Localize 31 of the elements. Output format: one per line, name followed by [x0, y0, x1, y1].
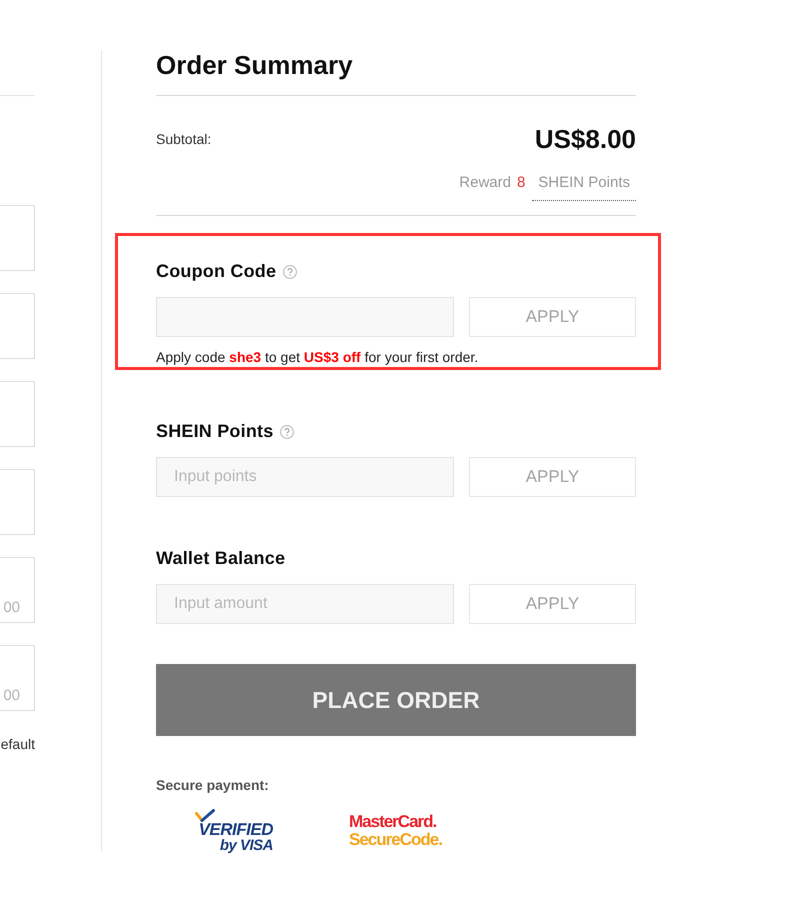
badge-text: SecureCode.	[349, 831, 442, 849]
check-icon	[195, 809, 215, 822]
panel-title: Order Summary	[156, 49, 354, 82]
character-count: 00	[3, 687, 20, 705]
input-field[interactable]: 00	[0, 557, 35, 623]
option-label: efault	[0, 735, 35, 753]
help-icon[interactable]	[283, 265, 298, 279]
subtotal-amount: US$8.00	[534, 124, 636, 154]
reward-count: 8	[516, 173, 526, 193]
input-field[interactable]	[0, 205, 35, 271]
section-title: Coupon Code	[156, 260, 276, 282]
subtotal-label: Subtotal:	[156, 131, 212, 147]
input-field[interactable]	[0, 381, 35, 447]
input-field[interactable]: 00	[0, 645, 35, 711]
input-field[interactable]: Input points	[156, 457, 454, 497]
badge-text: VERIFIED	[198, 822, 273, 838]
reward-label: Reward	[459, 173, 511, 193]
section-title: Wallet Balance	[156, 547, 286, 569]
place-order-button[interactable]: PLACE ORDER	[156, 664, 636, 736]
input-field[interactable]	[156, 297, 454, 337]
coupon-hint: Apply code she3 to get US$3 off for your first order.	[156, 348, 480, 366]
input-field[interactable]: Input amount	[156, 584, 454, 624]
help-icon[interactable]	[280, 425, 294, 439]
character-count: 00	[3, 599, 20, 617]
badge-text: by VISA	[220, 838, 273, 854]
input-field[interactable]	[0, 293, 35, 359]
secure-payment-label: Secure payment:	[156, 776, 269, 794]
badge-text: MasterCard.	[349, 813, 438, 831]
section-title: SHEIN Points	[156, 420, 274, 442]
points-link[interactable]: SHEIN Points	[532, 173, 636, 201]
input-field[interactable]	[0, 469, 35, 535]
